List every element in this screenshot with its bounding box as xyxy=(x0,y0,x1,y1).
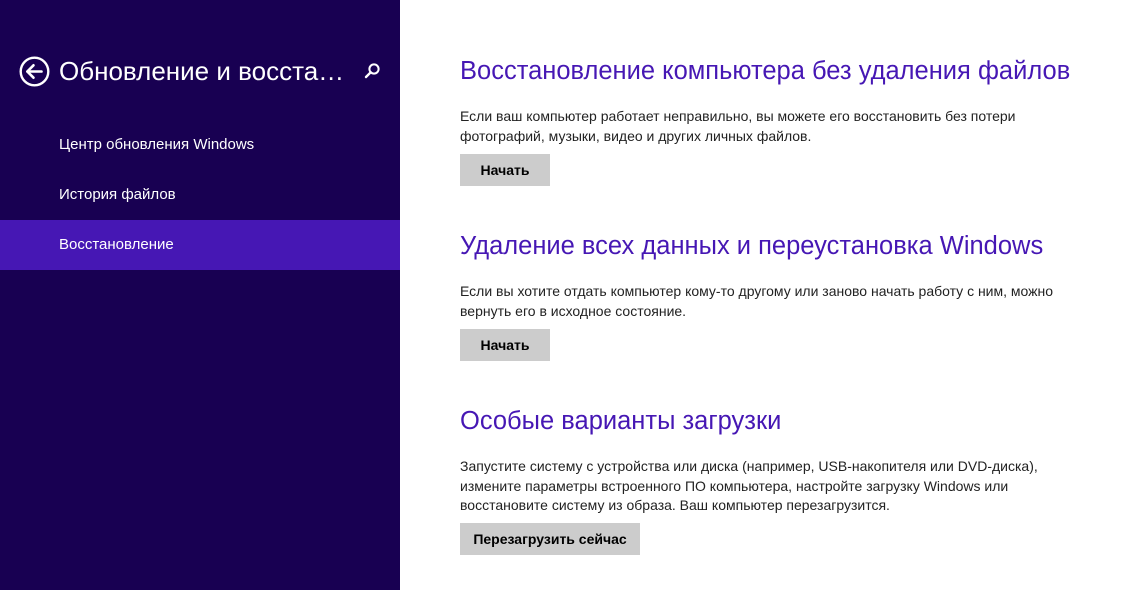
sidebar-header: Обновление и восстан... xyxy=(0,50,400,92)
sidebar-nav: Центр обновления Windows История файлов … xyxy=(0,120,400,270)
restart-now-button[interactable]: Перезагрузить сейчас xyxy=(460,522,640,555)
sidebar-item-file-history[interactable]: История файлов xyxy=(0,170,400,220)
section-advanced-startup: Особые варианты загрузки Запустите систе… xyxy=(460,405,1100,555)
reset-start-button[interactable]: Начать xyxy=(460,329,550,361)
section-reset: Удаление всех данных и переустановка Win… xyxy=(460,230,1100,361)
back-arrow-circle-icon[interactable] xyxy=(19,56,50,87)
refresh-start-button[interactable]: Начать xyxy=(460,154,550,186)
section-title: Удаление всех данных и переустановка Win… xyxy=(460,232,1044,260)
sidebar-item-recovery[interactable]: Восстановление xyxy=(0,220,400,270)
section-description: Если вы хотите отдать компьютер кому-то … xyxy=(460,283,1054,319)
section-description: Если ваш компьютер работает неправильно,… xyxy=(460,108,1016,144)
section-description: Запустите систему с устройства или диска… xyxy=(460,458,1038,513)
section-title: Восстановление компьютера без удаления ф… xyxy=(460,57,1071,85)
sidebar: Обновление и восстан... Центр обновления… xyxy=(0,0,400,590)
page-title: Обновление и восстан... xyxy=(59,56,349,86)
section-refresh: Восстановление компьютера без удаления ф… xyxy=(460,55,1100,186)
sidebar-item-windows-update[interactable]: Центр обновления Windows xyxy=(0,120,400,170)
section-title: Особые варианты загрузки xyxy=(460,407,782,435)
search-icon[interactable] xyxy=(362,61,382,81)
